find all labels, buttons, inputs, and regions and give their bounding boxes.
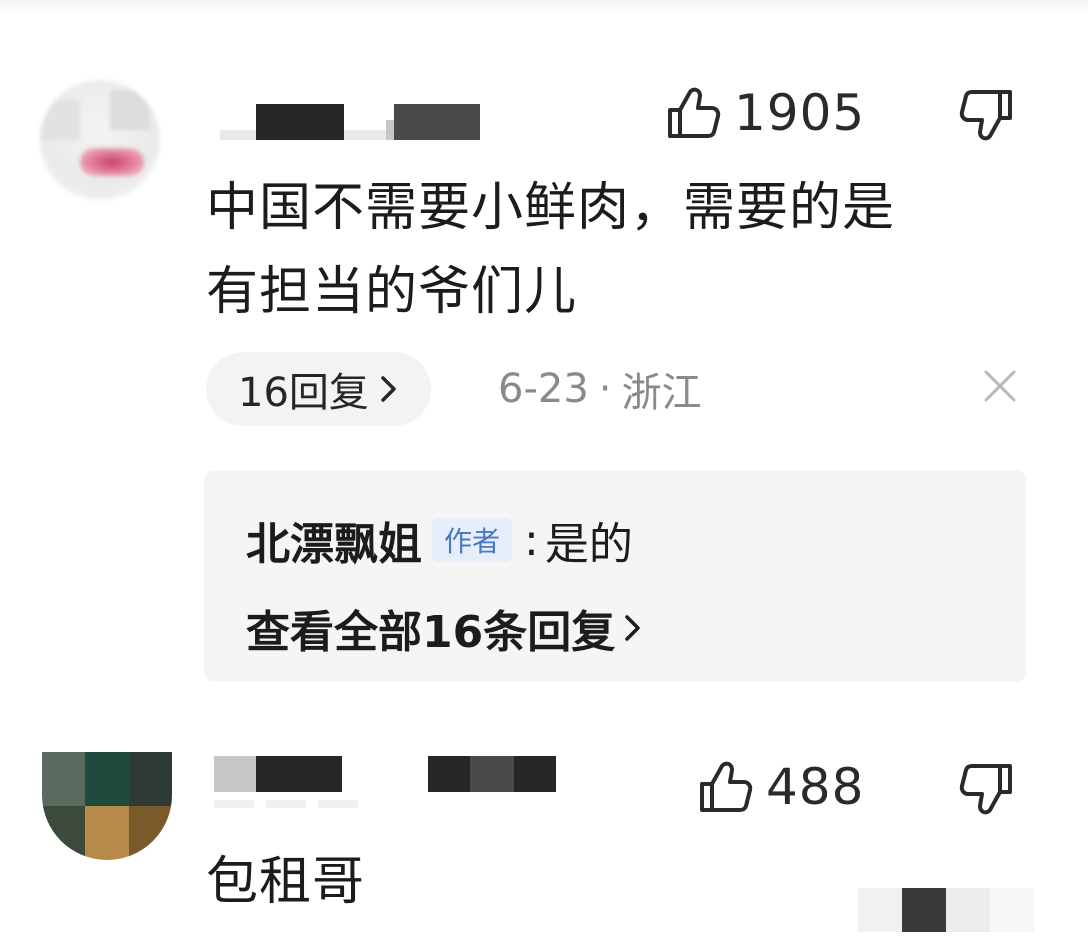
avatar-pixel: [128, 806, 172, 860]
avatar[interactable]: [40, 80, 160, 200]
comment-text-line: 中国不需要小鲜肉，需要的是: [206, 178, 896, 238]
chevron-right-icon: [381, 376, 396, 402]
comment-text-line: 包租哥: [206, 852, 366, 912]
redaction-block: [946, 888, 990, 932]
like-count: 488: [766, 758, 865, 816]
redaction-block: [902, 888, 946, 932]
redaction-block: [256, 756, 342, 792]
redaction-block: [386, 120, 394, 140]
reply-colon: :: [524, 514, 539, 566]
reply-preview-box[interactable]: 北漂飘姐 作者 : 是的 查看全部16条回复: [204, 470, 1026, 682]
meta-separator: ·: [598, 366, 612, 412]
avatar-pixel: [80, 148, 144, 176]
author-badge: 作者: [432, 518, 513, 562]
redaction-block: [990, 888, 1034, 932]
avatar-pixel: [85, 806, 129, 860]
redaction-block: [214, 756, 256, 792]
comment-location: 浙江: [621, 370, 702, 416]
redaction-block: [266, 800, 306, 808]
redaction-block: [344, 130, 386, 140]
redaction-block: [514, 756, 556, 792]
chevron-right-icon: [625, 615, 640, 641]
dislike-button[interactable]: [958, 86, 1016, 148]
view-all-label: 查看全部16条回复: [246, 607, 616, 658]
redaction-block: [858, 888, 902, 932]
comment-text-line: 有担当的爷们儿: [206, 262, 578, 322]
replies-button[interactable]: 16回复: [206, 352, 431, 426]
like-count: 1905: [734, 84, 866, 142]
avatar[interactable]: [42, 752, 172, 860]
like-button[interactable]: 1905: [664, 84, 865, 142]
reply-count-label: 16回复: [238, 370, 369, 416]
top-divider: [0, 0, 1088, 14]
thumbs-down-icon: [959, 90, 1012, 141]
close-icon[interactable]: [980, 366, 1020, 406]
username-redacted-sub: [214, 800, 358, 808]
reply-author[interactable]: 北漂飘姐: [246, 508, 422, 572]
avatar-pixel: [128, 752, 172, 806]
avatar-pixel: [42, 806, 86, 860]
redaction-block: [470, 756, 514, 792]
redaction-block: [256, 104, 344, 140]
username-redacted[interactable]: [214, 752, 556, 792]
comment-text: 包租哥: [206, 840, 606, 924]
comment-text: 中国不需要小鲜肉，需要的是 有担当的爷们儿: [206, 166, 1026, 334]
avatar-pixel: [110, 90, 150, 130]
comment-date: 6-23: [498, 366, 589, 412]
redaction-block: [318, 800, 358, 808]
avatar-pixel: [85, 752, 129, 806]
reply-text: 是的: [544, 519, 633, 570]
redaction-block: [214, 800, 254, 808]
thumbs-down-icon: [959, 764, 1012, 815]
redaction-block: [428, 756, 470, 792]
redacted-overlay: [858, 888, 1034, 932]
comment-meta: 6-23 · 浙江: [498, 360, 702, 418]
dislike-button[interactable]: [958, 760, 1016, 822]
thumbs-up-icon: [668, 87, 721, 138]
redaction-block: [220, 130, 256, 140]
reply-preview-line: 北漂飘姐 作者 : 是的: [246, 508, 633, 572]
username-redacted[interactable]: [220, 100, 480, 140]
redaction-block: [394, 104, 480, 140]
view-all-replies-link[interactable]: 查看全部16条回复: [246, 596, 643, 660]
thumbs-up-icon: [700, 761, 753, 812]
avatar-pixel: [40, 100, 80, 140]
avatar-pixel: [42, 752, 86, 806]
like-button[interactable]: 488: [696, 758, 864, 816]
